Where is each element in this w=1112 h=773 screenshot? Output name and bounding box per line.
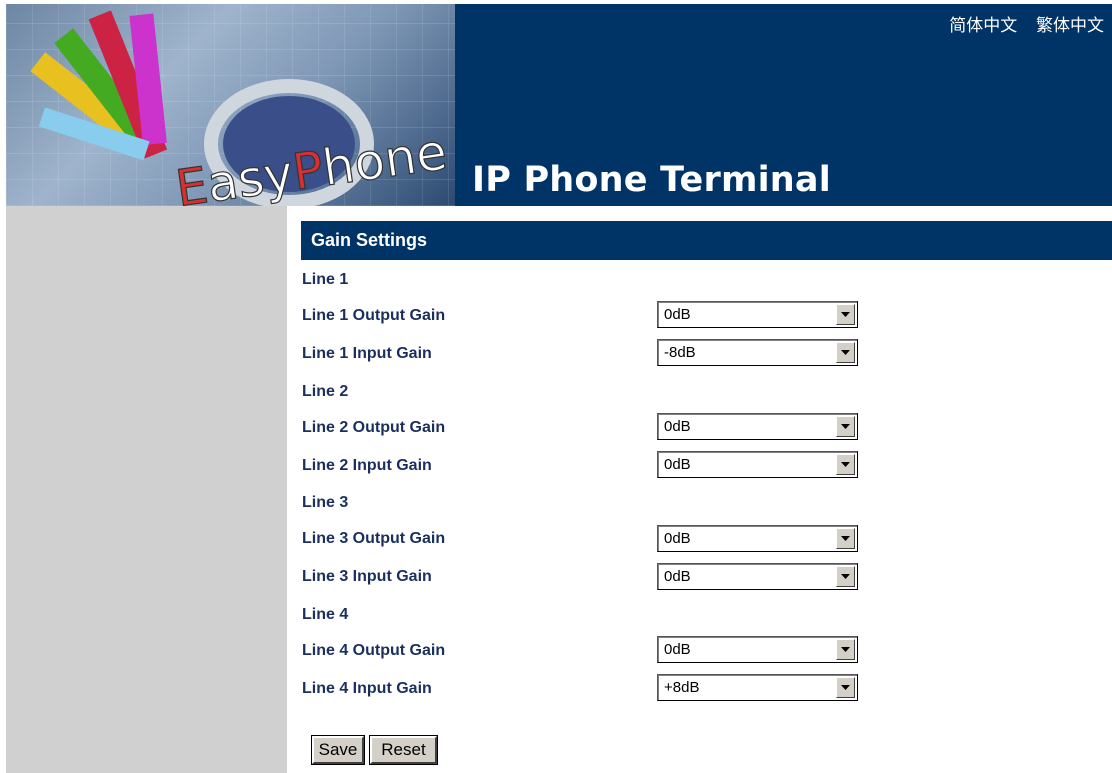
input-gain-label: Line 2 Input Gain (302, 457, 432, 474)
line-heading: Line 4 (302, 606, 349, 623)
line-heading: Line 3 (302, 494, 349, 511)
line-heading: Line 1 (302, 271, 349, 288)
line2-input-gain-select[interactable]: 0dB (657, 451, 858, 478)
dropdown-arrow-icon[interactable] (836, 566, 855, 587)
select-value: 0dB (664, 456, 691, 473)
select-value: 0dB (664, 641, 691, 658)
dropdown-arrow-icon[interactable] (836, 677, 855, 698)
select-value: +8dB (664, 679, 700, 696)
output-gain-label: Line 4 Output Gain (302, 642, 446, 659)
select-value: 0dB (664, 306, 691, 323)
dropdown-arrow-icon[interactable] (836, 342, 855, 363)
header-banner: EasyPhone IP Phone Terminal 简体中文 繁体中文 (6, 4, 1112, 206)
line1-input-gain-select[interactable]: -8dB (657, 339, 858, 366)
output-gain-label: Line 1 Output Gain (302, 307, 446, 324)
line-heading: Line 2 (302, 383, 349, 400)
language-links: 简体中文 繁体中文 (935, 11, 1104, 36)
sidebar (6, 206, 287, 773)
dropdown-arrow-icon[interactable] (836, 528, 855, 549)
input-gain-label: Line 3 Input Gain (302, 568, 432, 585)
page-title: IP Phone Terminal (472, 160, 831, 200)
input-gain-label: Line 4 Input Gain (302, 680, 432, 697)
output-gain-label: Line 2 Output Gain (302, 419, 446, 436)
reset-button[interactable]: Reset (369, 735, 438, 765)
section-header: Gain Settings (301, 221, 1112, 260)
dropdown-arrow-icon[interactable] (836, 639, 855, 660)
select-value: 0dB (664, 418, 691, 435)
line3-output-gain-select[interactable]: 0dB (657, 525, 858, 552)
input-gain-label: Line 1 Input Gain (302, 345, 432, 362)
dropdown-arrow-icon[interactable] (836, 454, 855, 475)
output-gain-label: Line 3 Output Gain (302, 530, 446, 547)
lang-traditional-link[interactable]: 繁体中文 (1036, 16, 1104, 35)
select-value: 0dB (664, 530, 691, 547)
easyphone-logo: EasyPhone (6, 4, 455, 206)
line4-output-gain-select[interactable]: 0dB (657, 636, 858, 663)
save-button[interactable]: Save (311, 735, 365, 765)
lang-simplified-link[interactable]: 简体中文 (949, 16, 1017, 35)
select-value: -8dB (664, 344, 696, 361)
dropdown-arrow-icon[interactable] (836, 416, 855, 437)
line2-output-gain-select[interactable]: 0dB (657, 413, 858, 440)
dropdown-arrow-icon[interactable] (836, 304, 855, 325)
select-value: 0dB (664, 568, 691, 585)
line4-input-gain-select[interactable]: +8dB (657, 674, 858, 701)
line3-input-gain-select[interactable]: 0dB (657, 563, 858, 590)
section-title: Gain Settings (311, 230, 428, 250)
line1-output-gain-select[interactable]: 0dB (657, 301, 858, 328)
